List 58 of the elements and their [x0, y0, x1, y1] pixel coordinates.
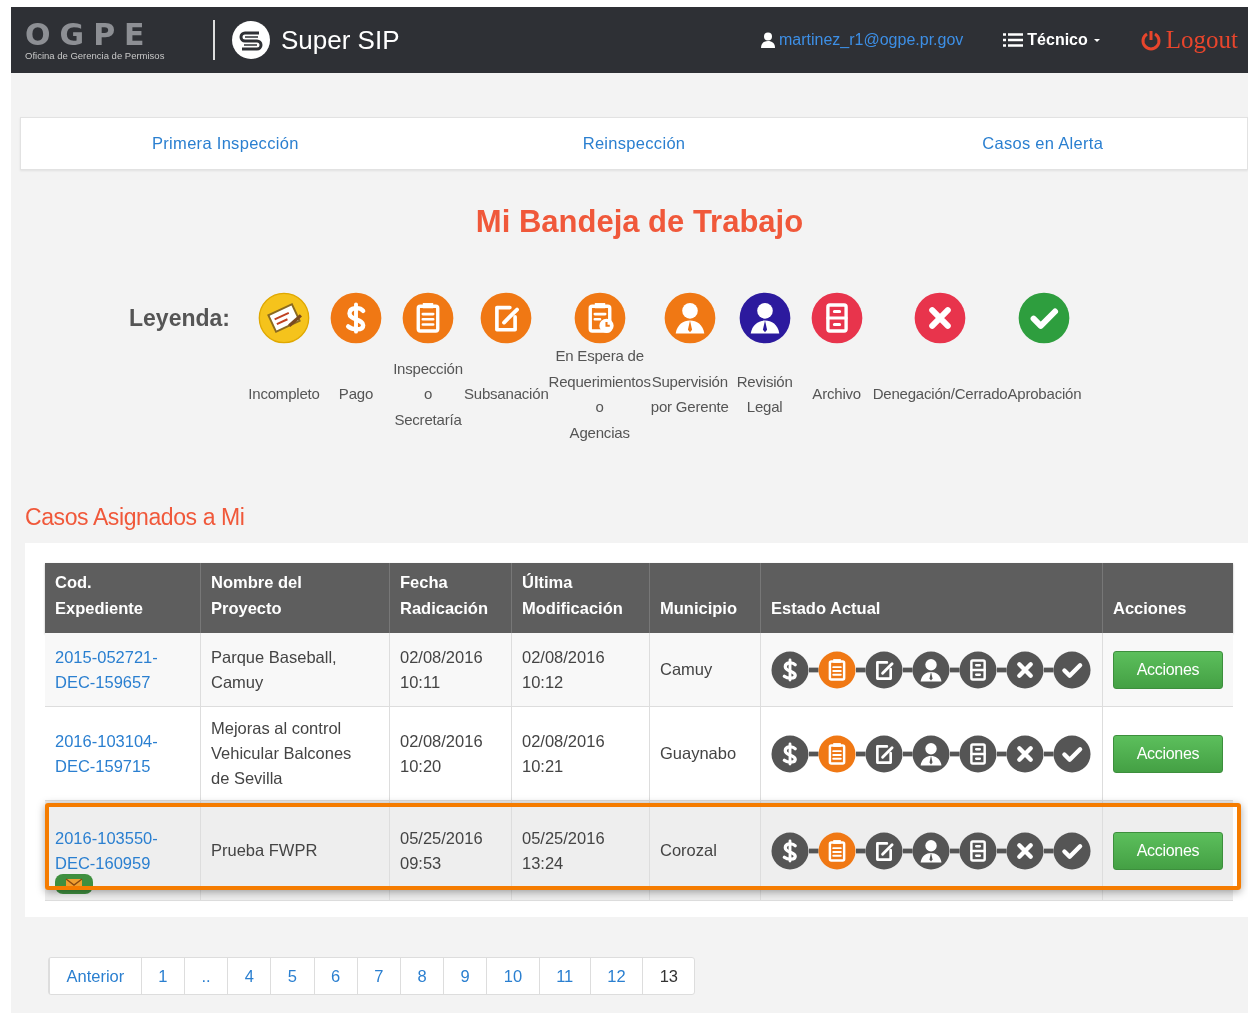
actions-button[interactable]: Acciones [1113, 650, 1223, 689]
legend-text: Supervisión por Gerente [650, 371, 729, 417]
page-link[interactable]: 12 [589, 958, 643, 994]
case-link[interactable]: 2016-103550-DEC-160959 [55, 825, 190, 876]
logout-link[interactable]: Logout [1139, 26, 1238, 54]
legend-text: Revisión Legal [736, 371, 793, 417]
date-cell-text: 02/08/2016 10:20 [400, 730, 483, 777]
date-cell-text: 02/08/2016 10:12 [522, 646, 605, 693]
case-link[interactable]: 2016-103104-DEC-159715 [55, 728, 190, 779]
legend-text: Subsanación [464, 384, 549, 405]
nav-tab[interactable]: Primera Inspección [21, 118, 430, 169]
page-link[interactable]: 11 [538, 958, 590, 994]
page-link[interactable]: 6 [313, 958, 357, 994]
legend-text: Aprobación [1007, 384, 1082, 405]
page-link[interactable]: Anterior [49, 958, 141, 994]
nav-tab[interactable]: Reinspección [429, 118, 839, 169]
page-link[interactable]: 7 [356, 958, 400, 994]
project-name: Prueba FWPR [211, 840, 318, 861]
section-title: Casos Asignados a Mi [25, 504, 246, 531]
project-name: Parque Baseball, Camuy [211, 646, 337, 693]
actions-button[interactable]: Acciones [1113, 734, 1223, 773]
page-link[interactable]: 5 [270, 958, 314, 994]
legend-text: Denegación/Cerrado [872, 384, 1008, 405]
municipality-cell-text: Camuy [660, 659, 713, 680]
user-link[interactable]: martinez_r1@ogpe.pr.gov [760, 31, 964, 49]
app-name: Super SIP [281, 24, 400, 56]
page-link[interactable]: 10 [486, 958, 539, 994]
power-icon [1139, 29, 1162, 51]
nav-tab[interactable]: Casos en Alerta [838, 118, 1247, 169]
municipality-cell-text: Guaynabo [660, 743, 737, 764]
user-icon [760, 32, 775, 48]
legend-text: Incompleto [248, 384, 320, 405]
logo-subtitle: Oficina de Gerencia de Permisos [25, 49, 166, 61]
project-name: Mejoras al control Vehicular Balcones de Sevilla [211, 718, 352, 789]
legend-text: Inspección o Secretaría [393, 358, 463, 430]
legend-text: Pago [338, 384, 374, 405]
logo: OGPE [25, 19, 155, 50]
page-link[interactable]: 4 [227, 958, 271, 994]
page-link[interactable]: 8 [399, 958, 444, 994]
page-link[interactable]: 1 [140, 958, 184, 994]
app-logo-icon [231, 20, 271, 60]
date-cell-text: 02/08/2016 10:11 [400, 646, 483, 693]
date-cell-text: 05/25/2016 13:24 [522, 827, 605, 874]
legend-text: Archivo [812, 384, 861, 405]
role-menu[interactable]: Técnico [1003, 31, 1102, 49]
municipality-cell-text: Corozal [660, 840, 717, 861]
page-link[interactable]: 13 [642, 958, 695, 994]
date-cell-text: 02/08/2016 10:21 [522, 730, 605, 777]
column-header: Cod. Expediente [54, 572, 145, 619]
actions-button[interactable]: Acciones [1113, 831, 1223, 870]
case-link[interactable]: 2015-052721-DEC-159657 [55, 644, 190, 695]
page-title: Mi Bandeja de Trabajo [474, 204, 805, 240]
page-link[interactable]: .. [183, 958, 228, 994]
list-icon [1003, 33, 1024, 47]
legend-label: Leyenda: [129, 305, 230, 332]
page-link[interactable]: 9 [443, 958, 487, 994]
legend-text: En Espera de Requerimientos o Agencias [548, 346, 651, 443]
date-cell-text: 05/25/2016 09:53 [400, 827, 483, 874]
